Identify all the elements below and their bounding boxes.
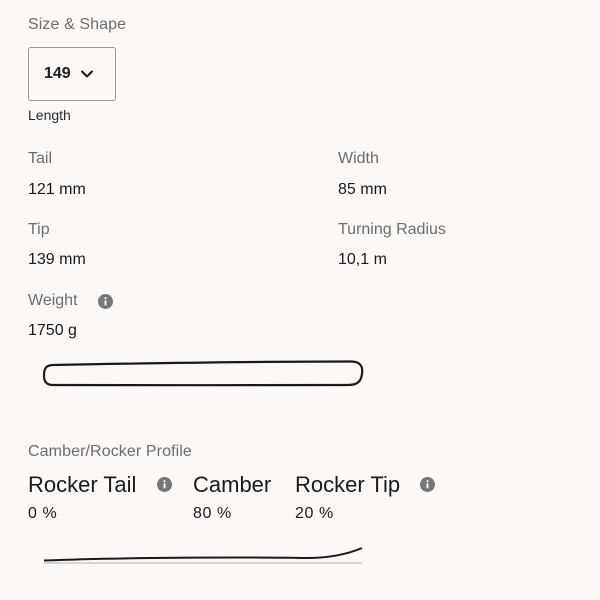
board-shape-outline	[42, 360, 364, 387]
rocker-tip-label: Rocker Tip	[295, 472, 401, 497]
profile-title: Camber/Rocker Profile	[28, 443, 192, 460]
info-icon[interactable]	[157, 477, 172, 492]
width-label: Width	[338, 150, 379, 167]
length-select[interactable]: 149	[28, 47, 116, 101]
weight-label: Weight	[28, 292, 78, 309]
info-icon[interactable]	[420, 477, 435, 492]
chevron-down-icon	[80, 70, 93, 78]
width-value: 85 mm	[338, 181, 387, 198]
tip-value: 139 mm	[28, 251, 86, 268]
turning-radius-label: Turning Radius	[338, 221, 446, 238]
rocker-tip-value: 20 %	[295, 505, 334, 522]
camber-label: Camber	[193, 472, 272, 497]
size-shape-title: Size & Shape	[28, 16, 127, 33]
tail-value: 121 mm	[28, 181, 86, 198]
camber-value: 80 %	[193, 505, 232, 522]
rocker-tail-label: Rocker Tail	[28, 472, 137, 497]
tail-label: Tail	[28, 150, 53, 167]
tip-label: Tip	[28, 221, 50, 238]
camber-profile-line	[43, 547, 363, 564]
turning-radius-value: 10,1 m	[338, 251, 387, 268]
info-icon[interactable]	[98, 294, 113, 309]
length-select-value: 149	[44, 65, 71, 82]
rocker-tail-value: 0 %	[28, 505, 58, 522]
weight-value: 1750 g	[28, 322, 77, 339]
length-caption: Length	[28, 107, 71, 123]
